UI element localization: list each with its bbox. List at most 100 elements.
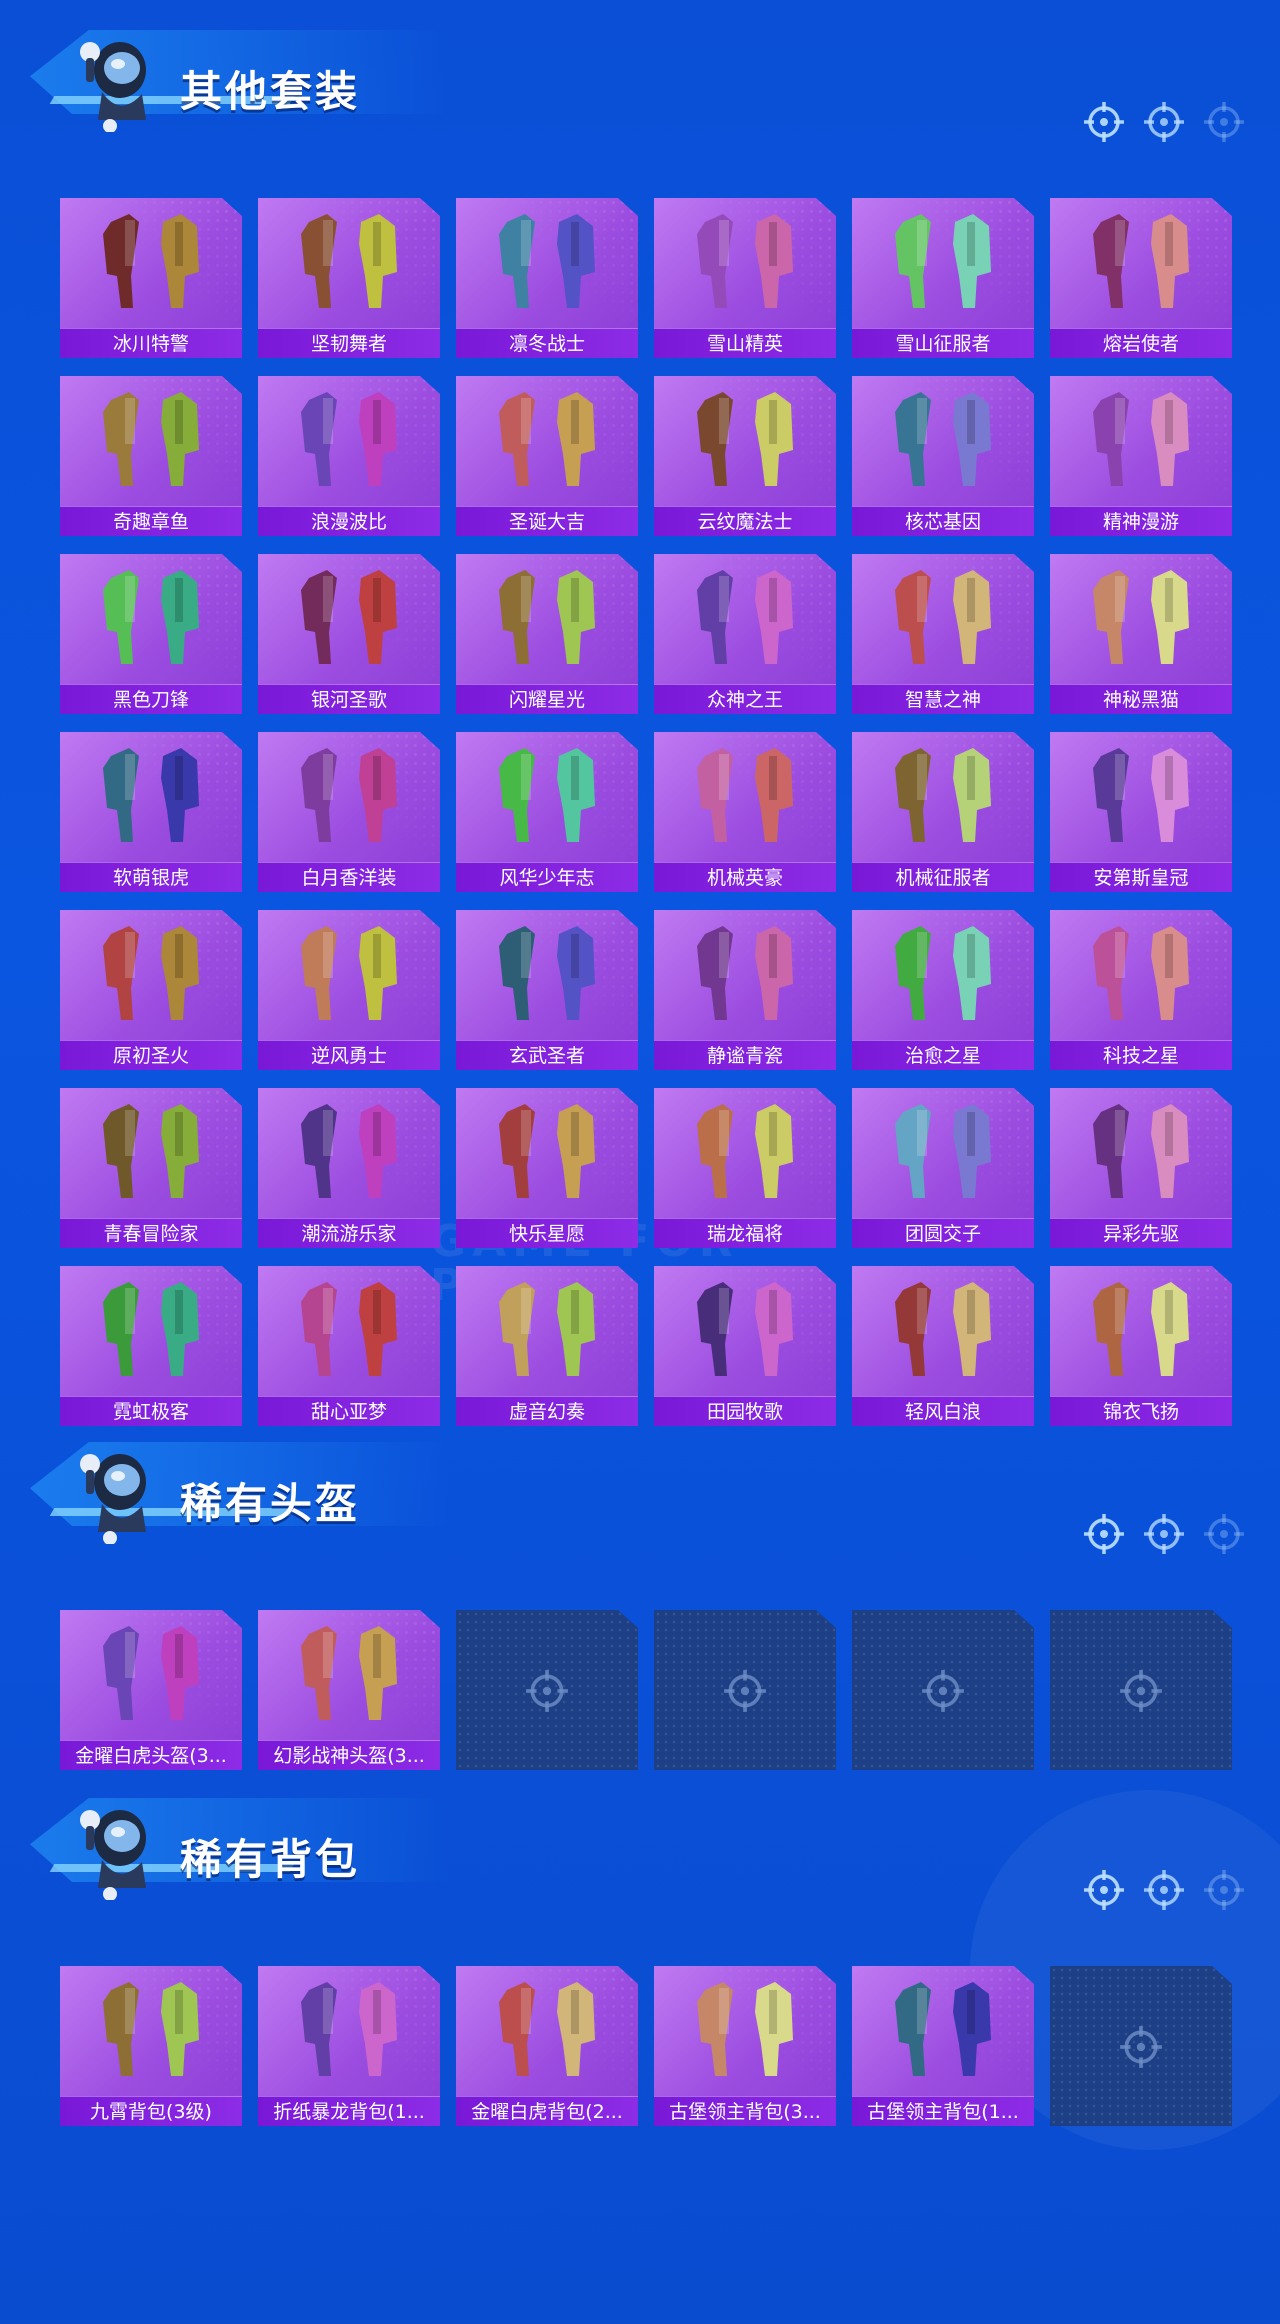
- item-image: [1071, 1272, 1211, 1392]
- item-card[interactable]: 逆风勇士: [258, 910, 440, 1070]
- item-image: [1071, 204, 1211, 324]
- item-card[interactable]: 快乐星愿: [456, 1088, 638, 1248]
- item-card[interactable]: 智慧之神: [852, 554, 1034, 714]
- item-card[interactable]: 潮流游乐家: [258, 1088, 440, 1248]
- item-image: [873, 204, 1013, 324]
- item-label: 圣诞大吉: [456, 506, 638, 536]
- item-image: [279, 382, 419, 502]
- item-label: 治愈之星: [852, 1040, 1034, 1070]
- section-title: 其他套装: [180, 67, 361, 116]
- item-card[interactable]: 冰川特警: [60, 198, 242, 358]
- crosshair-icon: [1118, 2024, 1164, 2070]
- item-card[interactable]: 玄武圣者: [456, 910, 638, 1070]
- item-card[interactable]: 古堡领主背包(1...: [852, 1966, 1034, 2126]
- item-label: 潮流游乐家: [258, 1218, 440, 1248]
- item-image: [873, 738, 1013, 858]
- item-card[interactable]: 金曜白虎背包(2...: [456, 1966, 638, 2126]
- item-image: [873, 382, 1013, 502]
- item-card[interactable]: 闪耀星光: [456, 554, 638, 714]
- item-image: [81, 1272, 221, 1392]
- item-card[interactable]: 原初圣火: [60, 910, 242, 1070]
- crosshair-icon: [1202, 100, 1246, 144]
- section-header: 稀有背包: [0, 1768, 1280, 1910]
- item-label: 冰川特警: [60, 328, 242, 358]
- item-card[interactable]: 九霄背包(3级): [60, 1966, 242, 2126]
- item-label: 玄武圣者: [456, 1040, 638, 1070]
- item-card[interactable]: 核芯基因: [852, 376, 1034, 536]
- item-image: [873, 916, 1013, 1036]
- item-image: [477, 560, 617, 680]
- item-card[interactable]: 软萌银虎: [60, 732, 242, 892]
- item-card[interactable]: 古堡领主背包(3...: [654, 1966, 836, 2126]
- item-image: [279, 560, 419, 680]
- item-card[interactable]: 团圆交子: [852, 1088, 1034, 1248]
- item-label: 机械英豪: [654, 862, 836, 892]
- item-card[interactable]: 雪山精英: [654, 198, 836, 358]
- item-card[interactable]: 风华少年志: [456, 732, 638, 892]
- item-label: 异彩先驱: [1050, 1218, 1232, 1248]
- item-label: 凛冬战士: [456, 328, 638, 358]
- crosshair-icon: [1118, 1668, 1164, 1714]
- item-label: 科技之星: [1050, 1040, 1232, 1070]
- item-card[interactable]: 机械征服者: [852, 732, 1034, 892]
- item-card[interactable]: 轻风白浪: [852, 1266, 1034, 1426]
- item-card[interactable]: 科技之星: [1050, 910, 1232, 1070]
- item-card[interactable]: 静谧青瓷: [654, 910, 836, 1070]
- item-card[interactable]: 安第斯皇冠: [1050, 732, 1232, 892]
- item-label: 云纹魔法士: [654, 506, 836, 536]
- item-card[interactable]: 锦衣飞扬: [1050, 1266, 1232, 1426]
- item-card[interactable]: 机械英豪: [654, 732, 836, 892]
- item-image: [675, 382, 815, 502]
- item-label: 团圆交子: [852, 1218, 1034, 1248]
- item-card[interactable]: 瑞龙福将: [654, 1088, 836, 1248]
- item-image: [81, 560, 221, 680]
- item-image: [279, 1972, 419, 2092]
- crosshair-icon: [1202, 1512, 1246, 1556]
- item-card[interactable]: 坚韧舞者: [258, 198, 440, 358]
- item-card[interactable]: 众神之王: [654, 554, 836, 714]
- item-image: [873, 1972, 1013, 2092]
- item-label: 浪漫波比: [258, 506, 440, 536]
- item-card[interactable]: 田园牧歌: [654, 1266, 836, 1426]
- item-card[interactable]: 金曜白虎头盔(3...: [60, 1610, 242, 1770]
- item-card[interactable]: 虚音幻奏: [456, 1266, 638, 1426]
- section-2: 稀有背包九霄背包(3级) 折纸暴龙背包(1... 金曜白虎背包(2... 古堡领主背包…: [0, 1768, 1280, 2126]
- item-label: 众神之王: [654, 684, 836, 714]
- item-image: [675, 916, 815, 1036]
- item-card[interactable]: 折纸暴龙背包(1...: [258, 1966, 440, 2126]
- mascot-icon: [62, 1434, 172, 1545]
- item-card[interactable]: 霓虹极客: [60, 1266, 242, 1426]
- crosshair-icon: [524, 1668, 570, 1714]
- item-image: [1071, 1094, 1211, 1214]
- item-card[interactable]: 雪山征服者: [852, 198, 1034, 358]
- item-card[interactable]: 云纹魔法士: [654, 376, 836, 536]
- item-image: [477, 1972, 617, 2092]
- item-image: [477, 916, 617, 1036]
- item-card[interactable]: 精神漫游: [1050, 376, 1232, 536]
- item-image: [675, 560, 815, 680]
- item-label: 白月香洋装: [258, 862, 440, 892]
- item-card[interactable]: 银河圣歌: [258, 554, 440, 714]
- item-card[interactable]: 甜心亚梦: [258, 1266, 440, 1426]
- item-card[interactable]: 熔岩使者: [1050, 198, 1232, 358]
- item-label: 金曜白虎背包(2...: [456, 2096, 638, 2126]
- item-card[interactable]: 白月香洋装: [258, 732, 440, 892]
- item-card[interactable]: 奇趣章鱼: [60, 376, 242, 536]
- item-label: 原初圣火: [60, 1040, 242, 1070]
- item-card[interactable]: 神秘黑猫: [1050, 554, 1232, 714]
- crosshair-icon: [722, 1668, 768, 1714]
- item-image: [477, 204, 617, 324]
- crosshair-icon: [920, 1668, 966, 1714]
- item-label: 智慧之神: [852, 684, 1034, 714]
- item-card[interactable]: 幻影战神头盔(3...: [258, 1610, 440, 1770]
- empty-slot: [654, 1610, 836, 1770]
- empty-slot: [1050, 1610, 1232, 1770]
- item-card[interactable]: 青春冒险家: [60, 1088, 242, 1248]
- item-card[interactable]: 浪漫波比: [258, 376, 440, 536]
- item-card[interactable]: 圣诞大吉: [456, 376, 638, 536]
- item-card[interactable]: 黑色刀锋: [60, 554, 242, 714]
- item-card[interactable]: 治愈之星: [852, 910, 1034, 1070]
- item-card[interactable]: 凛冬战士: [456, 198, 638, 358]
- item-card[interactable]: 异彩先驱: [1050, 1088, 1232, 1248]
- empty-slot: [1050, 1966, 1232, 2126]
